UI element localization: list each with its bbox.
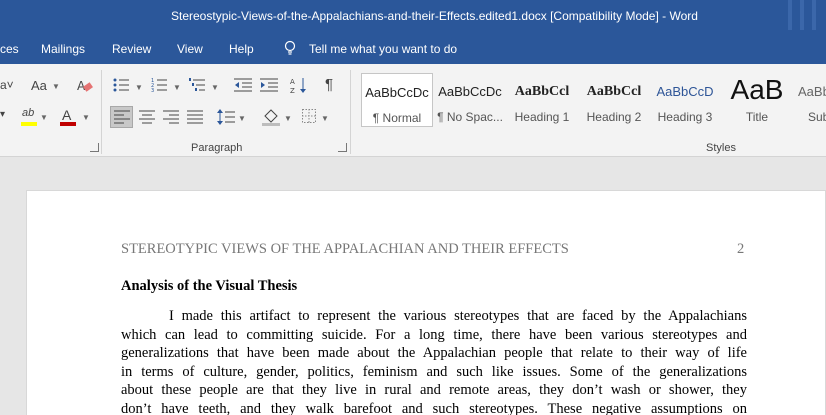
shading-icon[interactable] [262, 108, 280, 126]
style-label: Heading 2 [586, 110, 642, 124]
paragraph-line: about these people are that they live in… [121, 382, 747, 399]
font-color-swatch [60, 122, 76, 126]
tab-view[interactable]: View [177, 42, 203, 56]
style-label: Title [745, 110, 769, 124]
chevron-down-icon[interactable]: ▼ [238, 114, 246, 123]
decrease-indent-icon[interactable] [234, 77, 252, 93]
chevron-down-icon[interactable]: ▼ [52, 82, 60, 91]
change-case-button[interactable]: Aa [31, 78, 47, 93]
font-color-button[interactable]: A [62, 107, 71, 123]
style-preview: AaBbCcl [586, 84, 642, 99]
svg-text:3: 3 [151, 88, 154, 93]
justify-icon[interactable] [187, 110, 203, 124]
document-page[interactable]: STEREOTYPIC VIEWS OF THE APPALACHIAN AND… [26, 190, 826, 415]
line-spacing-icon[interactable] [217, 109, 235, 125]
svg-text:Z: Z [290, 87, 295, 94]
paragraph-line: which can lead to committing suicide. Fo… [121, 326, 747, 343]
style-label: Heading 1 [514, 110, 570, 124]
style-subtitle[interactable]: AaBb Sub [794, 73, 826, 127]
align-left-icon [114, 110, 130, 124]
chevron-down-icon[interactable]: ▼ [173, 83, 181, 92]
group-separator [350, 70, 351, 154]
paragraph-line: I made this artifact to represent the va… [169, 308, 747, 324]
chevron-down-icon[interactable]: ▼ [135, 83, 143, 92]
style-preview: AaB [730, 74, 784, 105]
tell-me-search[interactable]: Tell me what you want to do [309, 42, 457, 56]
title-bar-decoration [812, 0, 816, 30]
styles-group-label: Styles [706, 142, 736, 154]
style-heading-2[interactable]: AaBbCcl Heading 2 [578, 73, 650, 127]
style-label: ¶ No Spac... [437, 110, 503, 124]
tab-help[interactable]: Help [229, 42, 254, 56]
ribbon: a˅ Aa ▼ A ▾ ab ▼ A ▼ ▼ 1 2 3 ▼ ▼ A Z ¶ ▼… [0, 64, 826, 157]
font-dialog-launcher-icon[interactable] [90, 143, 99, 152]
clear-formatting-icon[interactable]: A [77, 78, 93, 94]
paragraph-line: don’t have teeth, and they walk barefoot… [121, 400, 747, 415]
chevron-down-icon[interactable]: ▼ [82, 113, 90, 122]
highlight-color-swatch [21, 122, 37, 126]
style-preview: AaBbCcD [656, 84, 714, 99]
style-preview: AaBbCcDc [438, 84, 502, 99]
style-heading-1[interactable]: AaBbCcl Heading 1 [506, 73, 578, 127]
tab-review[interactable]: Review [112, 42, 151, 56]
shrink-font-icon[interactable]: a˅ [0, 78, 14, 92]
style-no-spacing[interactable]: AaBbCcDc ¶ No Spac... [434, 73, 506, 127]
page-number: 2 [737, 241, 745, 257]
style-normal[interactable]: AaBbCcDc ¶ Normal [361, 73, 433, 127]
paragraph-group-label: Paragraph [191, 142, 243, 154]
show-formatting-button[interactable]: ¶ [325, 76, 333, 93]
running-head: STEREOTYPIC VIEWS OF THE APPALACHIAN AND… [121, 241, 569, 257]
paragraph-dialog-launcher-icon[interactable] [338, 143, 347, 152]
style-preview: AaBb [798, 84, 826, 99]
style-preview: AaBbCcDc [365, 85, 429, 100]
align-center-icon[interactable] [139, 110, 155, 124]
ribbon-tabs: ces Mailings Review View Help Tell me wh… [0, 34, 826, 64]
chevron-down-icon[interactable]: ▼ [284, 114, 292, 123]
chevron-down-icon[interactable]: ▾ [0, 109, 5, 120]
paragraph-line: generalizations that have been made abou… [121, 345, 747, 362]
style-label: Sub [808, 110, 826, 124]
document-canvas[interactable]: STEREOTYPIC VIEWS OF THE APPALACHIAN AND… [0, 158, 826, 415]
increase-indent-icon[interactable] [260, 77, 278, 93]
tab-mailings[interactable]: Mailings [41, 42, 85, 56]
style-title[interactable]: AaB Title [721, 73, 793, 127]
numbering-icon[interactable]: 1 2 3 [151, 77, 169, 93]
lightbulb-icon[interactable] [284, 40, 296, 56]
tab-references[interactable]: ces [0, 42, 19, 56]
chevron-down-icon[interactable]: ▼ [211, 83, 219, 92]
style-label: Heading 3 [657, 110, 713, 124]
window-title: Stereostypic-Views-of-the-Appalachians-a… [171, 9, 698, 23]
chevron-down-icon[interactable]: ▼ [321, 114, 329, 123]
borders-icon[interactable] [302, 109, 316, 123]
section-heading: Analysis of the Visual Thesis [121, 278, 298, 294]
group-separator [101, 70, 102, 154]
sort-icon[interactable]: A Z [290, 76, 308, 94]
paragraph-line: in terms of culture, gender, politics, f… [121, 363, 747, 380]
chevron-down-icon[interactable]: ▼ [40, 113, 48, 122]
title-bar-decoration [788, 0, 792, 30]
bullets-icon[interactable] [113, 77, 131, 93]
align-right-icon[interactable] [163, 110, 179, 124]
style-label: ¶ Normal [372, 111, 422, 125]
style-preview: AaBbCcl [514, 84, 570, 99]
style-heading-3[interactable]: AaBbCcD Heading 3 [649, 73, 721, 127]
title-bar: Stereostypic-Views-of-the-Appalachians-a… [0, 0, 826, 34]
body-paragraph[interactable]: I made this artifact to represent the va… [121, 307, 747, 415]
multilevel-list-icon[interactable] [189, 77, 207, 93]
title-bar-decoration [800, 0, 804, 30]
highlight-button[interactable]: ab [22, 107, 34, 119]
svg-text:A: A [290, 78, 295, 86]
